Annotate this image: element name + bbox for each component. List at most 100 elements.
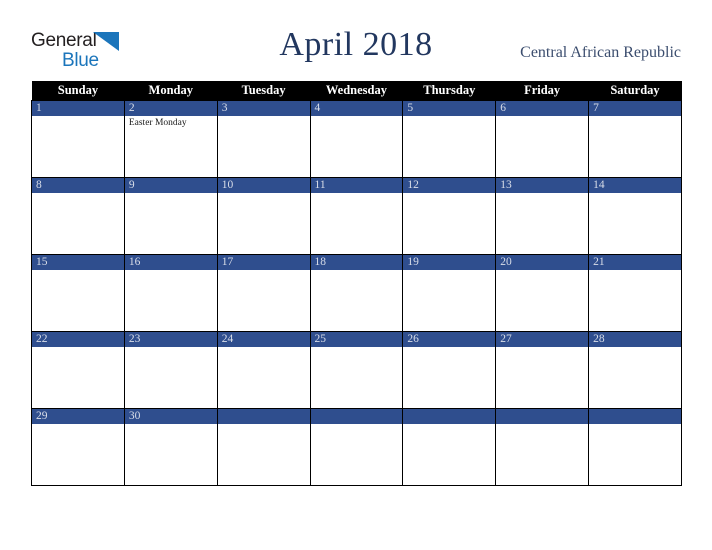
calendar-grid: Sunday Monday Tuesday Wednesday Thursday… <box>31 81 682 486</box>
calendar-day-cell[interactable]: 13 <box>495 176 590 255</box>
day-number: 28 <box>589 331 681 347</box>
calendar-day-cell[interactable] <box>216 407 311 486</box>
day-number: 16 <box>124 254 217 270</box>
day-number: 20 <box>496 254 589 270</box>
calendar-day-cell[interactable]: 20 <box>495 253 590 332</box>
calendar-day-cell[interactable]: 16 <box>123 253 218 332</box>
day-cell-content: 13 <box>496 177 589 254</box>
day-number: 19 <box>403 254 496 270</box>
day-number: 7 <box>589 100 681 116</box>
calendar-day-cell[interactable]: 26 <box>402 330 497 409</box>
day-cell-content: 5 <box>403 100 496 177</box>
day-events: Easter Monday <box>125 116 217 129</box>
country-label: Central African Republic <box>520 44 681 61</box>
day-number: 18 <box>310 254 403 270</box>
weekday-header-tuesday: Tuesday <box>217 81 311 100</box>
calendar-day-cell[interactable]: 3 <box>216 99 311 178</box>
logo-word-blue: Blue <box>62 50 99 71</box>
day-number: 10 <box>217 177 310 193</box>
calendar-day-cell[interactable]: 4 <box>309 99 404 178</box>
calendar-day-cell[interactable]: 24 <box>216 330 311 409</box>
weekday-header-thursday: Thursday <box>402 81 496 100</box>
day-number <box>403 408 496 424</box>
calendar-day-cell[interactable]: 17 <box>216 253 311 332</box>
calendar-day-cell[interactable]: 28 <box>588 330 682 409</box>
day-number: 25 <box>310 331 403 347</box>
day-cell-content: 28 <box>589 331 681 408</box>
day-number: 1 <box>32 100 124 116</box>
calendar-day-cell[interactable]: 29 <box>31 407 125 486</box>
calendar-day-cell[interactable]: 8 <box>31 176 125 255</box>
day-cell-content: 7 <box>589 100 681 177</box>
weekday-header-saturday: Saturday <box>588 81 682 100</box>
day-cell-content: 15 <box>32 254 124 331</box>
calendar-day-cell[interactable] <box>402 407 497 486</box>
day-cell-content: 25 <box>310 331 403 408</box>
calendar-day-cell[interactable]: 5 <box>402 99 497 178</box>
day-cell-content: 9 <box>124 177 217 254</box>
calendar-day-cell[interactable]: 6 <box>495 99 590 178</box>
day-cell-content: 3 <box>217 100 310 177</box>
day-number <box>496 408 589 424</box>
day-cell-content: 22 <box>32 331 124 408</box>
day-cell-content: 19 <box>403 254 496 331</box>
calendar-day-cell[interactable] <box>495 407 590 486</box>
calendar-day-cell[interactable]: 14 <box>588 176 682 255</box>
calendar-week-row: 1 2 Easter Monday 3 4 5 6 7 <box>31 99 682 178</box>
day-number: 14 <box>589 177 681 193</box>
general-blue-logo[interactable]: General Blue <box>31 30 141 76</box>
calendar-day-cell[interactable]: 1 <box>31 99 125 178</box>
holiday-label: Easter Monday <box>128 117 187 128</box>
calendar-day-cell[interactable]: 2 Easter Monday <box>123 99 218 178</box>
day-number: 26 <box>403 331 496 347</box>
page-header: General Blue April 2018 Central African … <box>0 0 712 80</box>
day-number <box>217 408 310 424</box>
day-cell-content: 1 <box>32 100 124 177</box>
calendar-day-cell[interactable]: 7 <box>588 99 682 178</box>
calendar-page: General Blue April 2018 Central African … <box>0 0 712 550</box>
day-cell-content <box>403 408 496 485</box>
day-cell-content: 10 <box>217 177 310 254</box>
day-cell-content <box>496 408 589 485</box>
day-cell-content: 24 <box>217 331 310 408</box>
day-cell-content <box>589 408 681 485</box>
calendar-day-cell[interactable]: 19 <box>402 253 497 332</box>
calendar-day-cell[interactable] <box>588 407 682 486</box>
day-number: 5 <box>403 100 496 116</box>
day-number: 24 <box>217 331 310 347</box>
day-cell-content: 20 <box>496 254 589 331</box>
day-cell-content: 21 <box>589 254 681 331</box>
calendar-day-cell[interactable]: 12 <box>402 176 497 255</box>
day-cell-content: 18 <box>310 254 403 331</box>
calendar-day-cell[interactable]: 30 <box>123 407 218 486</box>
calendar-day-cell[interactable]: 10 <box>216 176 311 255</box>
logo-word-general: General <box>31 30 97 51</box>
day-number: 23 <box>124 331 217 347</box>
day-cell-content: 17 <box>217 254 310 331</box>
day-number: 29 <box>32 408 124 424</box>
calendar-day-cell[interactable] <box>309 407 404 486</box>
page-title: April 2018 <box>279 26 433 63</box>
calendar-day-cell[interactable]: 22 <box>31 330 125 409</box>
calendar-day-cell[interactable]: 21 <box>588 253 682 332</box>
calendar-day-cell[interactable]: 11 <box>309 176 404 255</box>
calendar-body: 1 2 Easter Monday 3 4 5 6 7 8 9 10 11 12 13 14 15 16 17 18… <box>31 99 682 486</box>
calendar-day-cell[interactable]: 9 <box>123 176 218 255</box>
day-number: 2 <box>124 100 217 116</box>
day-cell-content: 4 <box>310 100 403 177</box>
day-cell-content: 30 <box>124 408 217 485</box>
calendar-day-cell[interactable]: 23 <box>123 330 218 409</box>
day-number: 11 <box>310 177 403 193</box>
day-number: 15 <box>32 254 124 270</box>
calendar-day-cell[interactable]: 15 <box>31 253 125 332</box>
day-cell-content: 14 <box>589 177 681 254</box>
day-number: 22 <box>32 331 124 347</box>
day-number: 6 <box>496 100 589 116</box>
weekday-header-sunday: Sunday <box>31 81 125 100</box>
calendar-day-cell[interactable]: 25 <box>309 330 404 409</box>
day-number: 30 <box>124 408 217 424</box>
calendar-week-row: 15 16 17 18 19 20 21 <box>31 253 682 332</box>
calendar-day-cell[interactable]: 27 <box>495 330 590 409</box>
day-cell-content: 8 <box>32 177 124 254</box>
calendar-day-cell[interactable]: 18 <box>309 253 404 332</box>
